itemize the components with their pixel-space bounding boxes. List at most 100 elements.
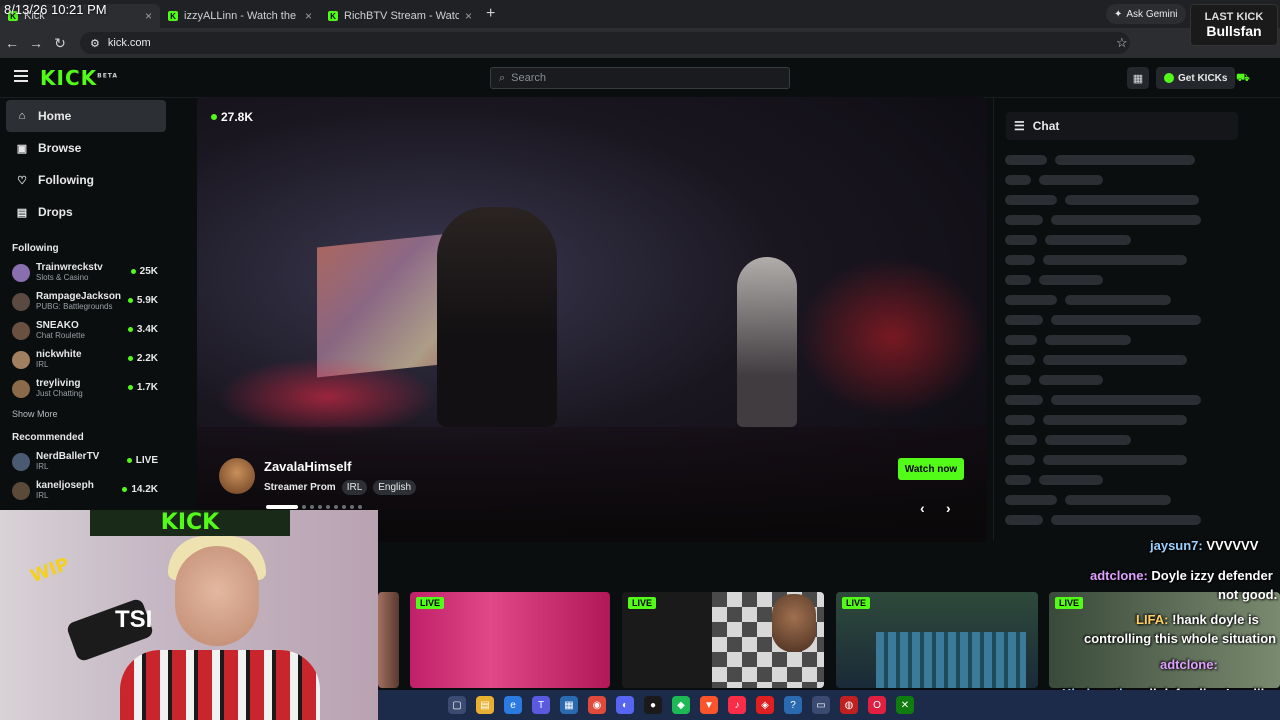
sidebar-channel[interactable]: SNEAKO Chat Roulette 3.4K (0, 316, 176, 345)
kick-wall-banner: KICK (90, 510, 290, 536)
obs-icon[interactable]: ● (644, 696, 662, 714)
search-placeholder: Search (511, 72, 547, 84)
channel-category: Slots & Casino (36, 273, 89, 282)
stream-thumbnail[interactable]: LIVE (622, 592, 824, 688)
carousel-dot[interactable] (350, 505, 354, 509)
stream-thumbnail[interactable] (378, 592, 399, 688)
chevron-left-icon[interactable]: ‹ (920, 500, 925, 516)
app-icon[interactable]: ◍ (840, 696, 858, 714)
striped-shirt (120, 650, 320, 720)
overlay-chat-message: controlling this whole situation (1084, 631, 1276, 646)
chat-text: controlling this whole situation (1084, 631, 1277, 646)
browser-tab[interactable]: K izzyALLinn - Watch the VOD on × (160, 4, 320, 28)
chat-skeleton-line (1043, 455, 1187, 465)
carousel-dot[interactable] (302, 505, 306, 509)
search-input[interactable]: ⌕ Search (490, 67, 790, 89)
forward-icon[interactable]: → (24, 35, 48, 51)
file-explorer-icon[interactable]: ▤ (476, 696, 494, 714)
chat-skeleton-line (1005, 475, 1031, 485)
discord-icon[interactable]: ◐ (616, 696, 634, 714)
chrome-icon[interactable]: ◉ (588, 696, 606, 714)
layout-toggle-icon[interactable]: ▦ (1127, 67, 1149, 89)
carousel-dot[interactable] (310, 505, 314, 509)
teams-icon[interactable]: T (532, 696, 550, 714)
live-dot-icon (130, 269, 136, 274)
tag-chip[interactable]: English (373, 480, 417, 495)
drops-icon: ▤ (16, 206, 28, 219)
sidebar-channel[interactable]: nickwhite IRL 2.2K (0, 345, 176, 374)
app-icon[interactable]: ◆ (672, 696, 690, 714)
channel-name: kaneljoseph (36, 480, 94, 491)
avatar (12, 263, 30, 282)
tag-chip[interactable]: IRL (341, 480, 368, 495)
carousel-dot[interactable] (318, 505, 322, 509)
ask-gemini-button[interactable]: ✦ Ask Gemini (1106, 4, 1186, 24)
chat-username: adtclone: (1090, 568, 1148, 583)
chat-skeleton-line (1065, 295, 1171, 305)
featured-video[interactable] (197, 97, 987, 542)
store-icon[interactable]: ⛟ (1236, 72, 1250, 86)
edge-icon[interactable]: e (504, 696, 522, 714)
channel-name: RampageJackson (36, 291, 122, 302)
bookmark-star-icon[interactable]: ☆ (1116, 35, 1128, 51)
store-icon[interactable]: ▦ (560, 696, 578, 714)
back-icon[interactable]: ← (0, 35, 24, 51)
channel-name: NerdBallerTV (36, 451, 100, 462)
chat-collapse-icon[interactable]: ☰ (1014, 119, 1025, 133)
kicks-coin-icon (1164, 73, 1174, 83)
menu-icon[interactable] (14, 70, 28, 82)
recommended-heading: Recommended (12, 431, 84, 443)
url-text: kick.com (107, 37, 151, 49)
help-icon[interactable]: ? (784, 696, 802, 714)
sidebar-channel[interactable]: treyliving Just Chatting 1.7K (0, 374, 176, 403)
sidebar: ⌂ Home ▣ Browse ♡ Following ▤ Drops Foll… (0, 98, 176, 510)
mic-sticker: WIP (27, 553, 73, 588)
chevron-right-icon[interactable]: › (946, 500, 951, 516)
new-tab-button[interactable]: + (486, 5, 495, 23)
sidebar-item-following[interactable]: ♡ Following (0, 164, 176, 196)
opera-icon[interactable]: O (868, 696, 886, 714)
carousel-dot[interactable] (342, 505, 346, 509)
chat-skeleton-line (1005, 495, 1057, 505)
stream-thumbnail[interactable]: LIVE (410, 592, 610, 688)
avatar (12, 452, 30, 471)
show-more-link[interactable]: Show More (0, 403, 176, 425)
streamer-name[interactable]: ZavalaHimself (264, 459, 351, 474)
browser-tab[interactable]: K RichBTV Stream - Watch Live on × (320, 4, 480, 28)
chat-skeleton-line (1005, 395, 1043, 405)
close-tab-icon[interactable]: × (145, 9, 152, 23)
overlay-chat-message: adtclone: (1160, 657, 1218, 672)
sidebar-channel[interactable]: kaneljoseph IRL 14.2K (0, 476, 176, 505)
reload-icon[interactable]: ↻ (48, 35, 72, 52)
stream-thumbnail[interactable]: LIVE (836, 592, 1038, 688)
close-tab-icon[interactable]: × (305, 9, 312, 23)
address-bar: ← → ↻ ⚙ kick.com (0, 28, 1280, 58)
task-view-icon[interactable]: ▢ (448, 696, 466, 714)
carousel-dot-active[interactable] (266, 505, 298, 509)
get-kicks-button[interactable]: Get KICKs (1156, 67, 1236, 89)
chat-text: not good. (1218, 587, 1278, 602)
close-tab-icon[interactable]: × (465, 9, 472, 23)
sidebar-channel[interactable]: NerdBallerTV IRL LIVE (0, 447, 176, 476)
sidebar-item-home[interactable]: ⌂ Home (6, 100, 166, 132)
avatar[interactable] (219, 458, 255, 494)
carousel-dot[interactable] (326, 505, 330, 509)
watch-now-button[interactable]: Watch now (898, 458, 964, 480)
app-icon[interactable]: ◈ (756, 696, 774, 714)
carousel-dot[interactable] (334, 505, 338, 509)
kick-logo[interactable]: KICKBETA (40, 66, 118, 90)
guest-figure (737, 257, 797, 427)
site-info-icon[interactable]: ⚙ (90, 37, 100, 50)
music-icon[interactable]: ♪ (728, 696, 746, 714)
carousel-dot[interactable] (358, 505, 362, 509)
sidebar-item-drops[interactable]: ▤ Drops (0, 196, 176, 228)
streamer-face (175, 546, 259, 646)
xbox-icon[interactable]: ✕ (896, 696, 914, 714)
app-icon[interactable]: ▭ (812, 696, 830, 714)
url-field[interactable]: ⚙ kick.com (80, 32, 1130, 54)
sidebar-channel[interactable]: RampageJackson PUBG: Battlegrounds 5.9K (0, 287, 176, 316)
overlay-chat-message: jaysun7: VVVVVV (1150, 538, 1258, 553)
brave-icon[interactable]: ▼ (700, 696, 718, 714)
sidebar-channel[interactable]: Trainwreckstv Slots & Casino 25K (0, 258, 176, 287)
sidebar-item-browse[interactable]: ▣ Browse (0, 132, 176, 164)
